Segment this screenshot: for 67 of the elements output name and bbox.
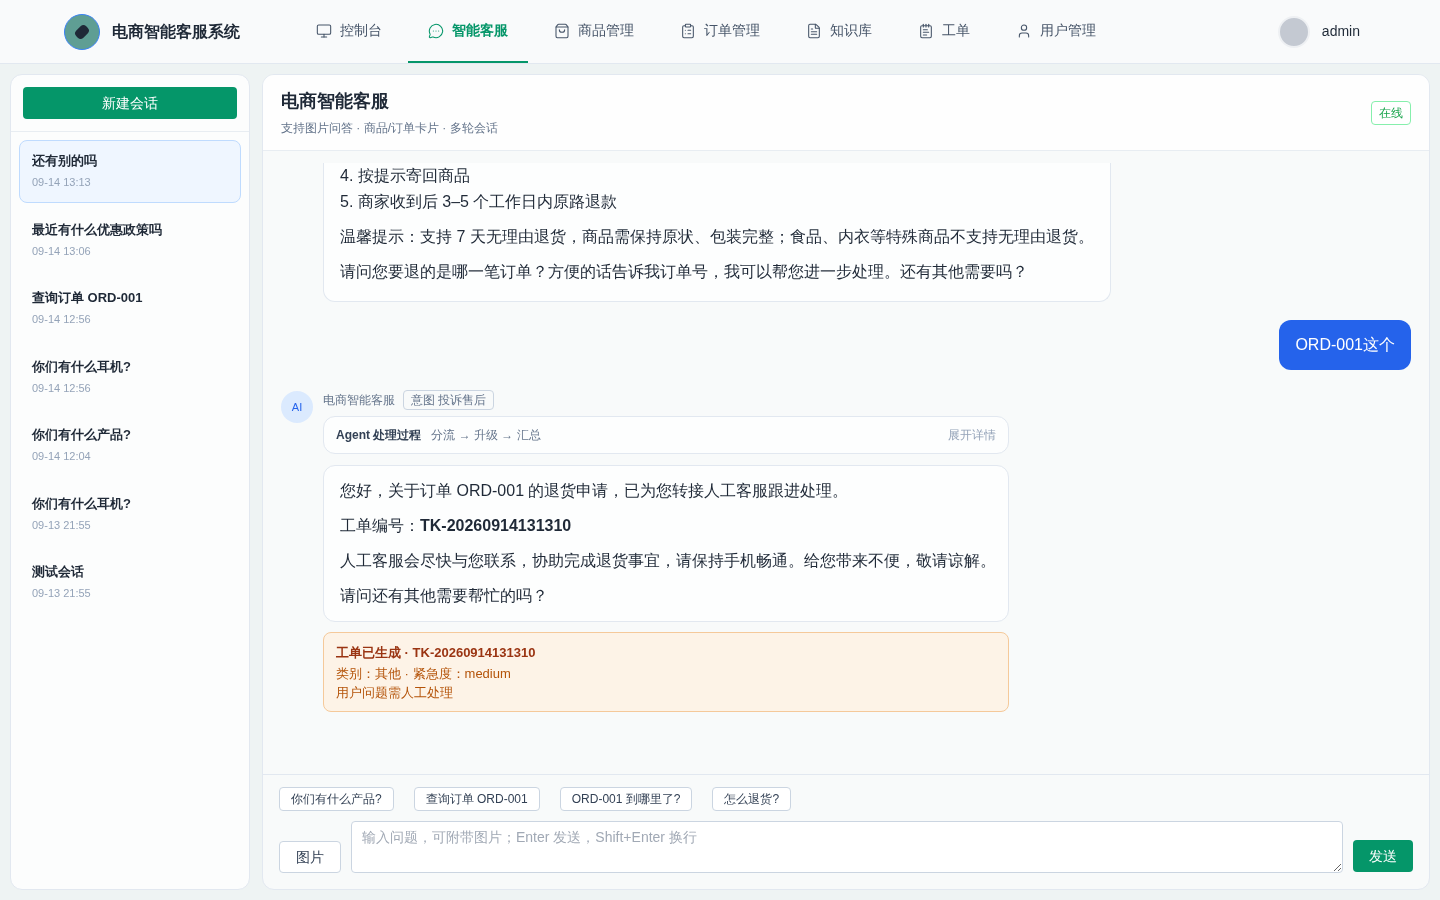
logo-avatar (64, 13, 100, 50)
session-title: 查询订单 ORD-001 (32, 289, 144, 307)
sender-name: 电商智能客服 (323, 392, 395, 409)
session-time: 09-14 12:56 (32, 380, 92, 396)
session-item[interactable]: 查询订单 ORD-001 09-14 12:56 (19, 277, 241, 340)
nav-tab[interactable]: 知识库 (786, 0, 892, 63)
session-time: 09-14 12:56 (32, 312, 92, 327)
message-paragraph: 您好，关于订单 ORD-001 的退货申请，已为您转接人工客服跟进处理。 (340, 481, 850, 501)
agent-flow: 分流 → 升级 → 汇总 (431, 427, 541, 444)
user-message-bubble: ORD-001这个 (1279, 320, 1411, 370)
quick-question-chip[interactable]: 你们有什么产品? (279, 787, 394, 811)
send-button[interactable]: 发送 (1353, 840, 1413, 872)
session-title: 你们有什么耳机? (32, 357, 132, 376)
online-status-tag: 在线 (1371, 100, 1411, 125)
user-avatar (1277, 15, 1310, 48)
nav-tab[interactable]: 控制台 (296, 0, 402, 63)
shopping-bag-icon (554, 22, 570, 39)
nav-tab[interactable]: 用户管理 (996, 0, 1116, 63)
session-time: 09-14 13:13 (32, 175, 92, 190)
document-icon (806, 22, 822, 39)
session-time: 09-14 12:04 (32, 449, 92, 464)
app-title: 电商智能客服系统 (112, 21, 240, 42)
user-icon (1016, 22, 1032, 39)
username: admin (1321, 22, 1360, 41)
ticket-meta: 类别：其他 · 紧急度：medium (336, 665, 512, 683)
image-button[interactable]: 图片 (279, 841, 341, 873)
message-line: 4. 按提示寄回商品 (340, 166, 471, 186)
chat-subtitle: 支持图片问答 · 商品/订单卡片 · 多轮会话 (281, 120, 498, 137)
quick-question-chip[interactable]: 查询订单 ORD-001 (413, 787, 540, 811)
intent-tag: 意图 投诉售后 (403, 390, 495, 410)
nav-tab[interactable]: 商品管理 (534, 0, 654, 63)
message-paragraph: 人工客服会尽快与您联系，协助完成退货事宜，请保持手机畅通。给您带来不便，敬请谅解。 (340, 551, 992, 571)
session-item[interactable]: 最近有什么优惠政策吗 09-14 13:06 (19, 208, 241, 271)
clipboard-icon (680, 22, 696, 39)
session-time: 09-13 21:55 (32, 517, 92, 533)
agent-process-label: Agent 处理过程 (336, 427, 422, 444)
session-time: 09-13 21:55 (32, 586, 92, 601)
session-item[interactable]: 还有别的吗 09-14 13:13 (19, 140, 241, 203)
session-item[interactable]: 测试会话 09-13 21:55 (19, 551, 241, 614)
message-line: 5. 商家收到后 3–5 个工作日内原路退款 (340, 192, 619, 212)
session-title: 还有别的吗 (32, 152, 98, 170)
session-item[interactable]: 你们有什么耳机? 09-13 21:55 (19, 482, 241, 545)
bot-avatar: AI (281, 391, 313, 423)
message-paragraph: 请问您要退的是哪一笔订单？方便的话告诉我订单号，我可以帮您进一步处理。还有其他需要吗？ (340, 262, 1029, 282)
message-paragraph: 温馨提示：支持 7 天无理由退货，商品需保持原状、包装完整；食品、内衣等特殊商品不支持无理由退货。 (340, 227, 1094, 247)
session-item[interactable]: 你们有什么耳机? 09-14 12:56 (19, 345, 241, 408)
ticket-title: 工单已生成 · TK-20260914131310 (336, 644, 537, 662)
notepad-icon (918, 22, 934, 39)
ticket-note: 用户问题需人工处理 (336, 684, 454, 702)
message-paragraph: 工单编号：TK-20260914131310 (340, 516, 573, 536)
session-title: 最近有什么优惠政策吗 (32, 220, 163, 239)
session-title: 测试会话 (32, 563, 85, 581)
nav-tab[interactable]: 工单 (898, 0, 990, 63)
session-time: 09-14 13:06 (32, 243, 92, 259)
message-paragraph: 请问还有其他需要帮忙的吗？ (340, 586, 549, 606)
monitor-icon (316, 22, 332, 39)
chat-title: 电商智能客服 (281, 90, 390, 113)
session-title: 你们有什么产品? (32, 426, 132, 444)
quick-question-chip[interactable]: ORD-001 到哪里了? (559, 787, 693, 811)
nav-tab[interactable]: 智能客服 (408, 0, 528, 63)
message-input[interactable]: 输入问题，可附带图片；Enter 发送，Shift+Enter 换行 (351, 821, 1343, 873)
session-title: 你们有什么耳机? (32, 494, 132, 513)
new-session-button[interactable]: 新建会话 (23, 87, 237, 119)
session-item[interactable]: 你们有什么产品? 09-14 12:04 (19, 414, 241, 477)
nav-tab[interactable]: 订单管理 (660, 0, 780, 63)
chat-bubble-icon (428, 22, 444, 39)
quick-question-chip[interactable]: 怎么退货? (712, 787, 792, 811)
